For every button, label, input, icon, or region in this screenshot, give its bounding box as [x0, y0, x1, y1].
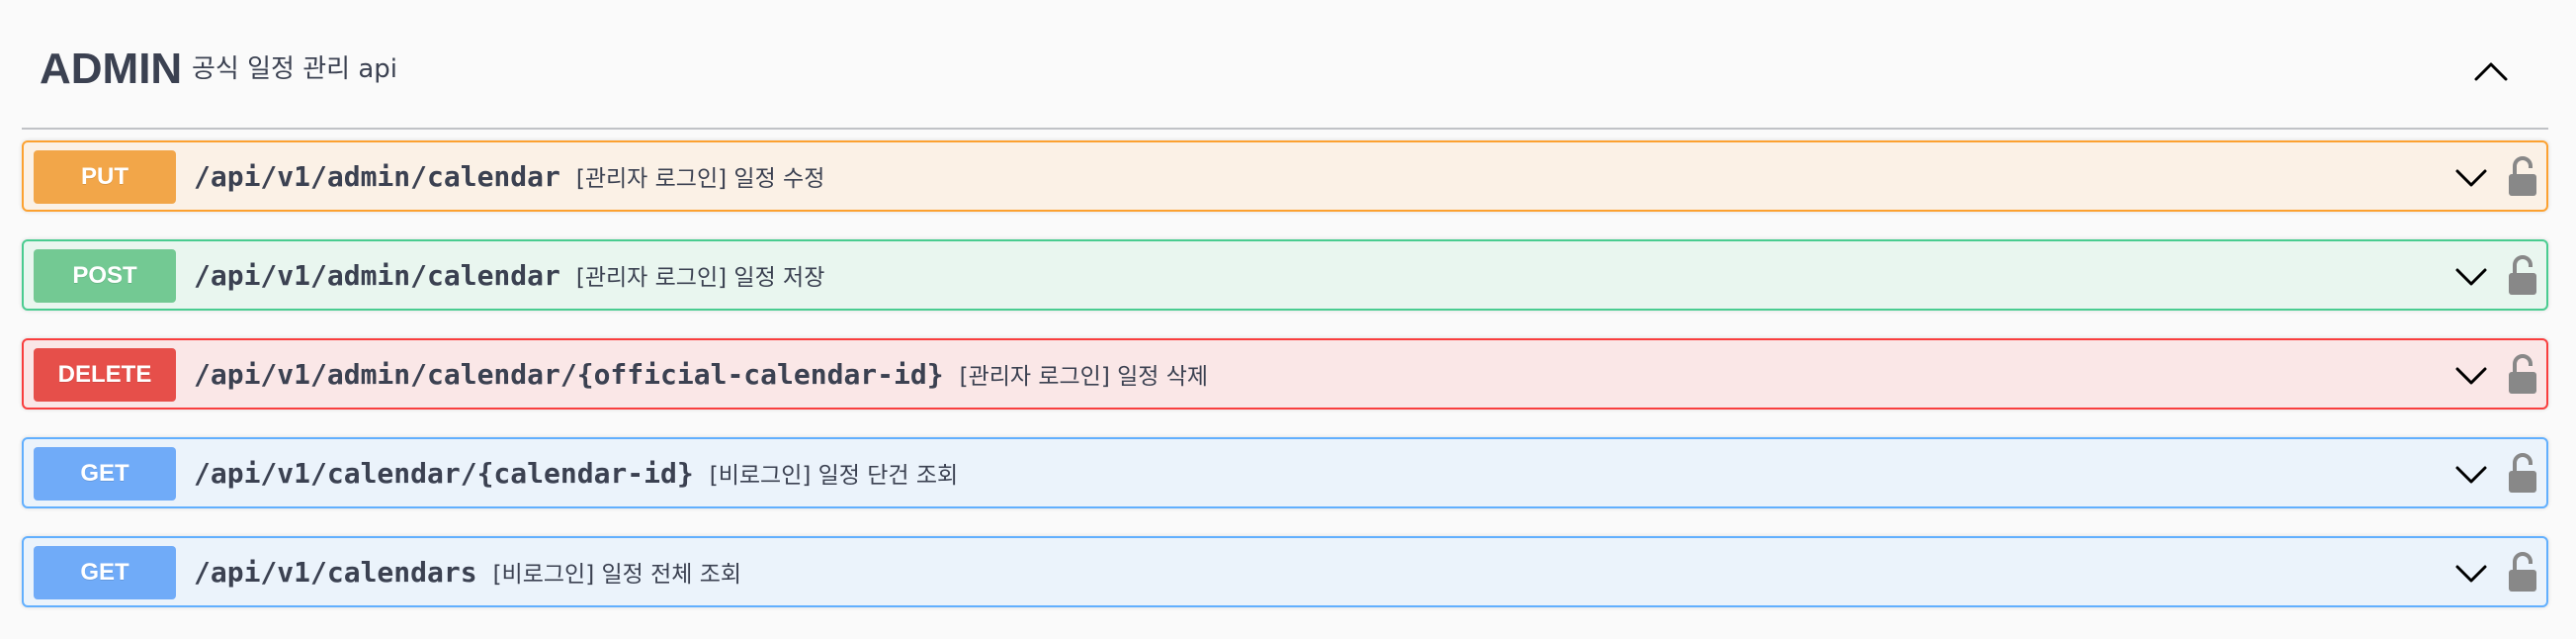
path-text: /api/v1/calendars: [194, 556, 477, 589]
admin-tag-section: ADMIN 공식 일정 관리 api PUT /api/v1/admin/cal…: [0, 0, 2576, 639]
lock-icon[interactable]: [2507, 253, 2538, 297]
method-badge: POST: [34, 249, 176, 303]
method-badge: PUT: [34, 150, 176, 204]
operation-put-admin-calendar[interactable]: PUT /api/v1/admin/calendar [관리자 로그인] 일정 수…: [22, 140, 2548, 212]
path-text: /api/v1/admin/calendar/{official-calenda…: [194, 358, 944, 391]
chevron-down-icon: [2455, 169, 2487, 187]
path-text: /api/v1/admin/calendar: [194, 259, 560, 292]
operation-path[interactable]: /api/v1/admin/calendar [관리자 로그인] 일정 저장: [194, 257, 824, 297]
operation-path[interactable]: /api/v1/calendars [비로그인] 일정 전체 조회: [194, 554, 741, 593]
chevron-up-icon: [2474, 62, 2508, 81]
operation-summary: [비로그인] 일정 전체 조회: [492, 562, 742, 588]
lock-icon[interactable]: [2507, 352, 2538, 396]
operation-path[interactable]: /api/v1/calendar/{calendar-id} [비로그인] 일정 …: [194, 455, 958, 495]
operation-delete-admin-calendar[interactable]: DELETE /api/v1/admin/calendar/{official-…: [22, 338, 2548, 410]
chevron-down-icon: [2455, 565, 2487, 583]
chevron-down-icon: [2455, 367, 2487, 385]
method-badge: DELETE: [34, 348, 176, 402]
lock-icon[interactable]: [2507, 154, 2538, 198]
tag-name[interactable]: ADMIN: [40, 40, 182, 99]
chevron-down-icon: [2455, 268, 2487, 286]
path-text: /api/v1/calendar/{calendar-id}: [194, 457, 694, 490]
operation-post-admin-calendar[interactable]: POST /api/v1/admin/calendar [관리자 로그인] 일정 …: [22, 239, 2548, 311]
operation-summary: [관리자 로그인] 일정 저장: [575, 265, 825, 291]
operation-summary: [관리자 로그인] 일정 삭제: [959, 364, 1209, 390]
expand-button[interactable]: [2451, 160, 2491, 196]
expand-button[interactable]: [2451, 556, 2491, 592]
method-badge: GET: [34, 546, 176, 599]
tag-header[interactable]: ADMIN 공식 일정 관리 api: [22, 0, 2548, 130]
operation-path[interactable]: /api/v1/admin/calendar [관리자 로그인] 일정 수정: [194, 158, 824, 198]
lock-icon[interactable]: [2507, 451, 2538, 495]
chevron-down-icon: [2455, 466, 2487, 484]
collapse-button[interactable]: [2463, 44, 2519, 99]
path-text: /api/v1/admin/calendar: [194, 160, 560, 193]
operation-path[interactable]: /api/v1/admin/calendar/{official-calenda…: [194, 356, 1208, 396]
expand-button[interactable]: [2451, 457, 2491, 493]
expand-button[interactable]: [2451, 259, 2491, 295]
lock-icon[interactable]: [2507, 550, 2538, 593]
operation-summary: [관리자 로그인] 일정 수정: [575, 166, 825, 192]
operation-get-calendars[interactable]: GET /api/v1/calendars [비로그인] 일정 전체 조회: [22, 536, 2548, 607]
operation-summary: [비로그인] 일정 단건 조회: [709, 463, 959, 489]
expand-button[interactable]: [2451, 358, 2491, 394]
tag-description: 공식 일정 관리 api: [192, 54, 397, 84]
method-badge: GET: [34, 447, 176, 501]
operation-get-calendar[interactable]: GET /api/v1/calendar/{calendar-id} [비로그인]…: [22, 437, 2548, 508]
